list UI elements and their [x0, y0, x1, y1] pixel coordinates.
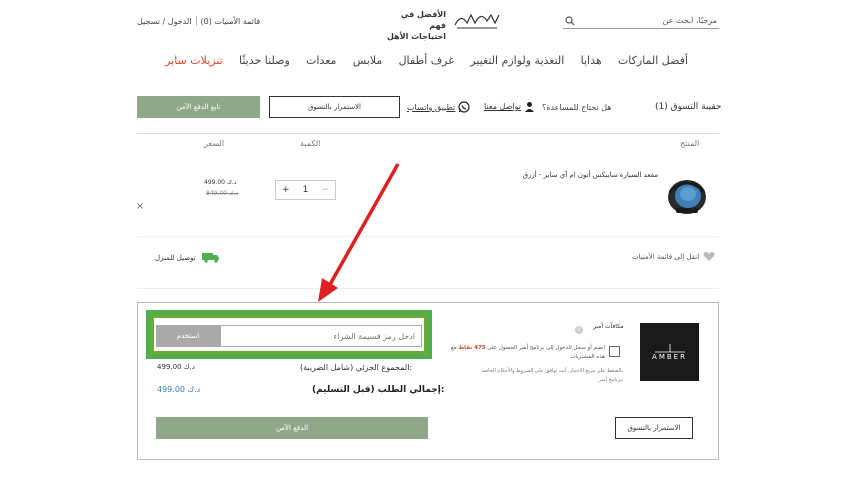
subtotal-value: 499.00 د.ك: [157, 363, 195, 371]
price-original: 849.00 د.ك: [206, 190, 239, 197]
nav-item-new[interactable]: وصلنا حديثًا: [239, 54, 290, 67]
increase-icon[interactable]: +: [282, 185, 290, 195]
move-to-wishlist-label: انقل إلى قائمة الأمنيات: [632, 252, 700, 261]
contact-link[interactable]: تواصل معنا: [484, 101, 535, 112]
nav-item-gear[interactable]: معدات: [306, 54, 336, 67]
whatsapp-icon: [458, 101, 470, 113]
whatsapp-label: تطبيق واتساب: [407, 102, 456, 112]
amber-offer-prefix: انضم أو سجل الدخول إلى برنامج أمبر الحصو…: [487, 345, 605, 351]
amber-points: 475 نقاط: [458, 345, 486, 351]
product-name[interactable]: مقعد السيارة سايبكس أتون ام آي سايز - أز…: [520, 171, 658, 179]
cart-title: حقيبة التسوق (1): [655, 102, 722, 112]
amber-logo-text: AMBER: [652, 353, 687, 361]
total-label: إجمالي الطلب (قبل التسليم):: [312, 385, 445, 395]
search-box[interactable]: [563, 13, 719, 29]
amber-arrow-icon: [654, 344, 685, 353]
nav-item-gifts[interactable]: هدايا: [581, 54, 602, 67]
table-header: [137, 133, 719, 153]
main-nav: تنزيلات ساير وصلنا حديثًا معدات ملابس غر…: [165, 54, 688, 67]
login-register-link[interactable]: الدخول / تسجيل: [137, 17, 192, 26]
wishlist-link[interactable]: قائمة الأمنيات (0): [201, 17, 261, 26]
nav-item-clothing[interactable]: ملابس: [353, 54, 383, 67]
divider: [137, 288, 719, 289]
divider: [195, 16, 197, 26]
nav-item-sale[interactable]: تنزيلات ساير: [165, 54, 223, 67]
delivery-label: توصيل للمنزل: [155, 253, 196, 262]
brand-tagline: الأفضل في فهم احتياجات الأهل: [386, 9, 446, 42]
tagline-line1: الأفضل في فهم: [400, 10, 446, 30]
amber-terms-note: بالضغط على مربع الاختيار، أنت توافق على …: [481, 368, 623, 383]
nav-item-brands[interactable]: أفضل الماركات: [618, 54, 688, 67]
search-input[interactable]: [577, 13, 717, 28]
move-to-wishlist-link[interactable]: انقل إلى قائمة الأمنيات: [632, 251, 715, 262]
truck-icon: [201, 253, 219, 263]
search-icon: [565, 16, 575, 26]
column-product: المنتج: [680, 139, 700, 148]
account-links: قائمة الأمنيات (0) الدخول / تسجيل: [135, 16, 262, 26]
contact-label: تواصل معنا: [484, 102, 521, 111]
column-price: السعر: [204, 139, 225, 148]
promo-code-input[interactable]: [220, 325, 422, 347]
heart-icon: [703, 252, 715, 261]
secure-checkout-button[interactable]: تابع الدفع الآمن: [137, 96, 260, 118]
amber-offer-text: انضم أو سجل الدخول إلى برنامج أمبر الحصو…: [443, 344, 605, 362]
nav-item-nursery[interactable]: غرف أطفال: [399, 54, 454, 67]
apply-promo-button[interactable]: استخدم: [156, 325, 220, 347]
subtotal-label: المجموع الجزئي (شامل الضريبة):: [300, 363, 413, 372]
total-value: 499.00 د.ك: [157, 385, 201, 394]
divider: [137, 236, 719, 237]
product-image[interactable]: [664, 172, 710, 218]
info-icon[interactable]: ?: [575, 326, 583, 334]
amber-rewards-title: مكافآت أمبر: [593, 323, 624, 330]
whatsapp-link[interactable]: تطبيق واتساب: [407, 101, 470, 113]
close-icon[interactable]: ×: [136, 201, 144, 212]
tagline-line2: احتياجات الأهل: [386, 32, 446, 41]
home-delivery: توصيل للمنزل: [155, 252, 220, 263]
continue-shopping-button-bottom[interactable]: الاستمرار بالتسوق: [615, 417, 693, 439]
quantity-value: 1: [302, 185, 309, 195]
brand-logo[interactable]: [453, 9, 501, 31]
help-text: هل تحتاج للمساعدة؟: [542, 103, 612, 112]
secure-checkout-button-bottom[interactable]: الدفع الآمن: [156, 417, 428, 439]
agent-icon: [524, 102, 534, 112]
amber-join-checkbox[interactable]: [609, 346, 620, 357]
amber-logo: AMBER: [640, 323, 699, 381]
column-quantity: الكمية: [300, 139, 321, 148]
nav-item-feeding[interactable]: التغذية ولوازم التغيير: [470, 54, 564, 67]
continue-shopping-button[interactable]: الاستمرار بالتسوق: [269, 96, 400, 118]
annotation-arrow-icon: [318, 163, 400, 302]
price-current: 499.00 د.ك: [204, 179, 237, 186]
